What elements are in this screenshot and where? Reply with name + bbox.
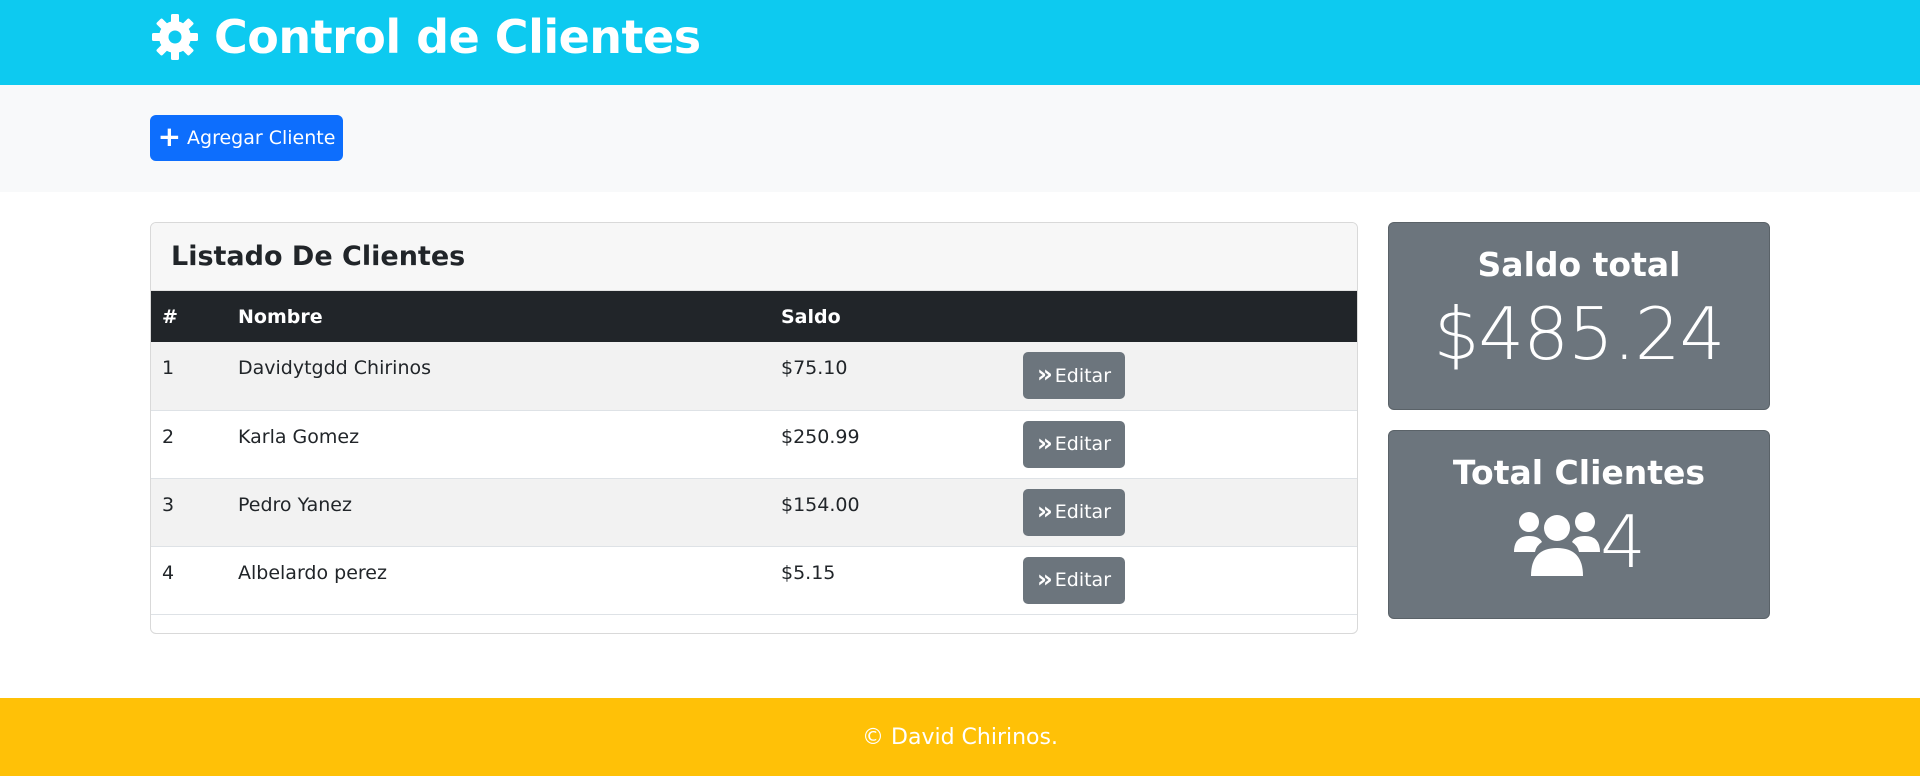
plus-icon: + bbox=[157, 119, 182, 153]
table-row: 1 Davidytgdd Chirinos $75.10 ›› Editar bbox=[151, 342, 1357, 410]
double-chevron-right-icon: ›› bbox=[1036, 564, 1053, 593]
row-actions: ›› Editar bbox=[1023, 342, 1357, 410]
edit-button[interactable]: ›› Editar bbox=[1023, 488, 1125, 536]
edit-button[interactable]: ›› Editar bbox=[1023, 556, 1125, 604]
saldo-total-value: $485.24 bbox=[1433, 292, 1726, 376]
row-number: 4 bbox=[162, 561, 175, 584]
add-client-button[interactable]: + Agregar Cliente bbox=[150, 115, 343, 161]
edit-label: Editar bbox=[1054, 569, 1112, 591]
total-clients-value: 4 bbox=[1600, 500, 1646, 584]
column-header-saldo: Saldo bbox=[781, 305, 841, 328]
column-header-name: Nombre bbox=[238, 305, 323, 328]
row-number: 3 bbox=[162, 493, 175, 516]
client-list-header: Listado De Clientes bbox=[151, 223, 1357, 291]
client-saldo: $75.10 bbox=[781, 357, 848, 379]
row-number: 2 bbox=[162, 425, 175, 448]
clients-table: # Nombre Saldo 1 Davidytgdd Chirinos $75… bbox=[151, 291, 1357, 615]
total-clients-row: 4 bbox=[1389, 500, 1769, 584]
app-footer: © David Chirinos. bbox=[0, 698, 1920, 776]
row-actions: ›› Editar bbox=[1023, 478, 1357, 546]
client-saldo: $5.15 bbox=[781, 561, 836, 584]
saldo-total-label: Saldo total bbox=[1477, 245, 1681, 284]
edit-label: Editar bbox=[1054, 364, 1112, 387]
footer-text: © David Chirinos. bbox=[862, 724, 1058, 750]
edit-button[interactable]: ›› Editar bbox=[1023, 352, 1125, 399]
double-chevron-right-icon: ›› bbox=[1036, 360, 1053, 388]
actions-bar: + Agregar Cliente bbox=[0, 85, 1920, 192]
header-brand: Control de Clientes bbox=[150, 6, 701, 68]
edit-label: Editar bbox=[1054, 501, 1112, 523]
table-header-row: # Nombre Saldo bbox=[151, 291, 1357, 342]
table-row: 3 Pedro Yanez $154.00 ›› Editar bbox=[151, 478, 1357, 546]
client-list-card: Listado De Clientes # Nombre Saldo 1 Dav… bbox=[150, 222, 1358, 634]
client-list-title: Listado De Clientes bbox=[171, 241, 466, 272]
client-name: Davidytgdd Chirinos bbox=[238, 357, 432, 379]
client-name: Karla Gomez bbox=[238, 425, 360, 448]
table-row: 2 Karla Gomez $250.99 ›› Editar bbox=[151, 410, 1357, 478]
edit-button[interactable]: ›› Editar bbox=[1023, 420, 1125, 468]
client-saldo: $154.00 bbox=[781, 493, 860, 516]
client-name: Pedro Yanez bbox=[238, 493, 352, 516]
double-chevron-right-icon: ›› bbox=[1036, 428, 1053, 457]
edit-label: Editar bbox=[1054, 433, 1112, 455]
table-row: 4 Albelardo perez $5.15 ›› Editar bbox=[151, 546, 1357, 614]
gear-icon bbox=[152, 14, 198, 60]
app-title: Control de Clientes bbox=[214, 10, 701, 64]
double-chevron-right-icon: ›› bbox=[1036, 496, 1053, 525]
client-saldo: $250.99 bbox=[781, 425, 860, 448]
column-header-actions bbox=[1023, 291, 1357, 342]
saldo-total-card: Saldo total $485.24 bbox=[1388, 222, 1770, 410]
row-actions: ›› Editar bbox=[1023, 546, 1357, 614]
total-clients-card: Total Clientes 4 bbox=[1388, 430, 1770, 619]
row-actions: ›› Editar bbox=[1023, 410, 1357, 478]
column-header-number: # bbox=[162, 305, 178, 328]
add-client-label: Agregar Cliente bbox=[187, 127, 336, 149]
client-name: Albelardo perez bbox=[238, 561, 387, 584]
row-number: 1 bbox=[162, 357, 175, 379]
app-header: Control de Clientes bbox=[0, 0, 1920, 85]
total-clients-label: Total Clientes bbox=[1452, 453, 1706, 492]
users-icon bbox=[1514, 512, 1601, 576]
